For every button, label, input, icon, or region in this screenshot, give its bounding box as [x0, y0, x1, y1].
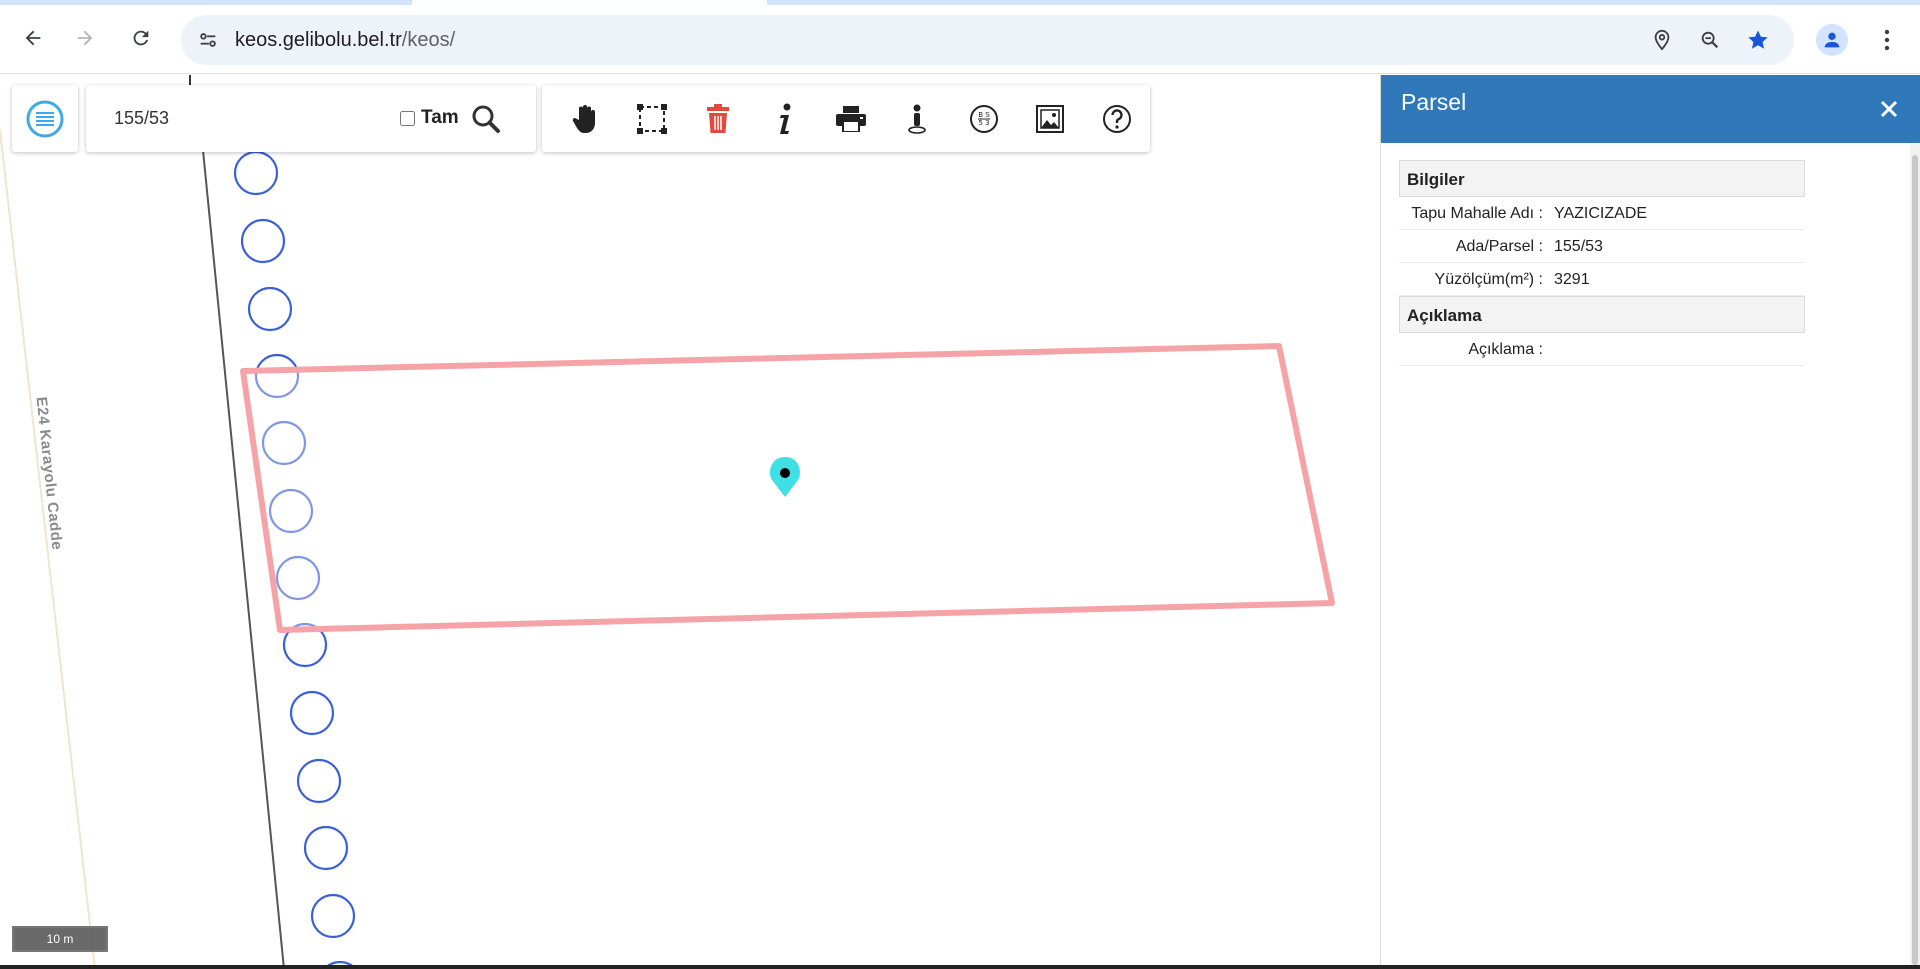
profile-avatar-icon[interactable] — [1816, 24, 1848, 56]
field-label: Ada/Parsel : — [1455, 238, 1543, 255]
site-info-icon[interactable] — [193, 25, 223, 55]
field-value: YAZICIZADE — [1554, 205, 1648, 222]
scrollbar-thumb[interactable] — [1912, 155, 1918, 965]
layer-menu-button[interactable] — [12, 85, 78, 152]
close-icon[interactable] — [1875, 95, 1903, 123]
tree-marker[interactable] — [233, 150, 279, 196]
parcel-search-box: Tam — [86, 85, 536, 152]
tree-marker[interactable] — [247, 286, 293, 332]
tree-marker[interactable] — [289, 690, 335, 736]
panel-body: Bilgiler Tapu Mahalle Adı : YAZICIZADE A… — [1399, 160, 1805, 366]
tam-label: Tam — [421, 107, 459, 128]
measure-icon[interactable]: B S5 3 — [951, 94, 1017, 144]
parcel-info-panel: Parsel Bilgiler Tapu Mahalle Adı : YAZIC… — [1380, 75, 1920, 969]
tam-option[interactable]: Tam — [400, 107, 459, 129]
section-header-aciklama: Açıklama — [1399, 296, 1805, 333]
field-value: 155/53 — [1554, 238, 1603, 255]
image-export-icon[interactable] — [1017, 94, 1083, 144]
field-value: 3291 — [1554, 271, 1590, 288]
tree-marker[interactable] — [303, 825, 349, 871]
address-bar[interactable]: keos.gelibolu.bel.tr/keos/ — [181, 15, 1794, 65]
section-header-bilgiler: Bilgiler — [1399, 160, 1805, 197]
field-label: Tapu Mahalle Adı : — [1411, 205, 1543, 222]
zoom-icon[interactable] — [1695, 25, 1725, 55]
tree-marker[interactable] — [240, 218, 286, 264]
forward-icon[interactable] — [70, 23, 100, 53]
scale-bar: 10 m — [12, 926, 108, 952]
print-icon[interactable] — [818, 94, 884, 144]
map-canvas[interactable]: E24 Karayolu Cadde 10 m Tam — [0, 75, 1380, 969]
back-icon[interactable] — [18, 23, 48, 53]
field-label: Açıklama : — [1468, 341, 1543, 358]
panel-header: Parsel — [1381, 75, 1920, 143]
svg-text:B S: B S — [978, 111, 990, 119]
street-view-icon[interactable] — [884, 94, 950, 144]
pan-hand-icon[interactable] — [552, 94, 618, 144]
panel-scrollbar[interactable] — [1910, 143, 1920, 969]
bottom-edge — [0, 965, 1920, 969]
panel-title: Parsel — [1401, 89, 1467, 115]
map-tools: B S5 3 — [542, 85, 1150, 152]
url-path: /keos/ — [401, 29, 456, 51]
tree-marker[interactable] — [296, 758, 342, 804]
reload-icon[interactable] — [126, 23, 156, 53]
browser-menu-icon[interactable] — [1872, 24, 1902, 56]
info-icon[interactable] — [751, 94, 817, 144]
browser-toolbar: keos.gelibolu.bel.tr/keos/ — [0, 5, 1920, 74]
info-row: Yüzölçüm(m²) : 3291 — [1399, 263, 1805, 296]
svg-text:5 3: 5 3 — [978, 119, 989, 127]
layers-icon — [26, 100, 64, 137]
info-row: Tapu Mahalle Adı : YAZICIZADE — [1399, 197, 1805, 230]
url-text: keos.gelibolu.bel.tr/keos/ — [235, 29, 455, 52]
tree-marker[interactable] — [310, 893, 356, 939]
url-host: keos.gelibolu.bel.tr — [235, 29, 402, 51]
box-select-icon[interactable] — [618, 94, 684, 144]
info-row: Açıklama : — [1399, 333, 1805, 366]
search-icon[interactable] — [470, 103, 504, 135]
parcel-search-input[interactable] — [100, 101, 350, 135]
field-label: Yüzölçüm(m²) : — [1434, 271, 1543, 288]
location-icon[interactable] — [1647, 25, 1677, 55]
info-row: Ada/Parsel : 155/53 — [1399, 230, 1805, 263]
trash-icon[interactable] — [685, 94, 751, 144]
tam-checkbox[interactable] — [400, 110, 415, 126]
bookmark-star-icon[interactable] — [1743, 25, 1773, 55]
help-icon[interactable] — [1084, 94, 1150, 144]
map-drawing — [0, 75, 1335, 969]
